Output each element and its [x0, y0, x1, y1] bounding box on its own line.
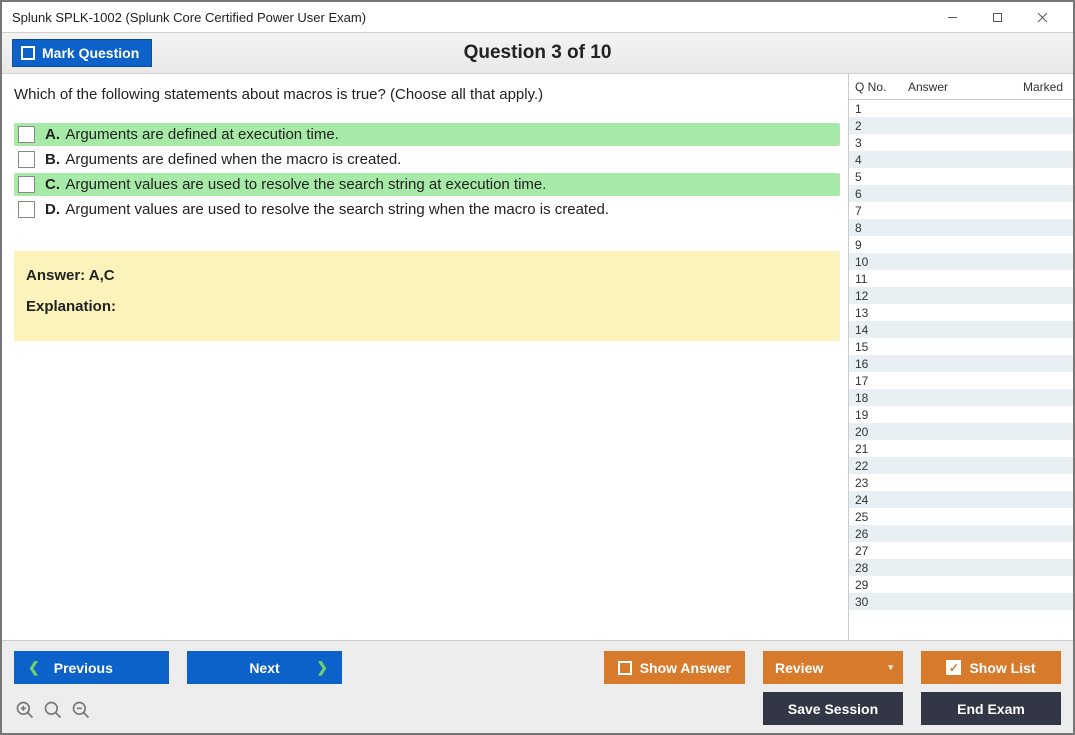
col-header-answer: Answer [904, 80, 1013, 94]
review-button[interactable]: Review ▾ [763, 651, 903, 684]
question-nav-row[interactable]: 9 [849, 236, 1073, 253]
question-nav-row[interactable]: 4 [849, 151, 1073, 168]
show-answer-button[interactable]: Show Answer [604, 651, 745, 684]
question-nav-row[interactable]: 11 [849, 270, 1073, 287]
mark-question-label: Mark Question [42, 45, 139, 61]
header-strip: Mark Question Question 3 of 10 [2, 32, 1073, 74]
question-nav-row[interactable]: 27 [849, 542, 1073, 559]
question-nav-row[interactable]: 1 [849, 100, 1073, 117]
checkbox-icon [21, 46, 35, 60]
question-nav-row[interactable]: 7 [849, 202, 1073, 219]
col-header-qno: Q No. [849, 80, 904, 94]
end-exam-label: End Exam [957, 701, 1025, 717]
app-window: Splunk SPLK-1002 (Splunk Core Certified … [0, 0, 1075, 735]
question-nav-row[interactable]: 2 [849, 117, 1073, 134]
show-list-label: Show List [969, 660, 1035, 676]
titlebar: Splunk SPLK-1002 (Splunk Core Certified … [2, 2, 1073, 32]
question-nav-row[interactable]: 6 [849, 185, 1073, 202]
question-nav-row[interactable]: 24 [849, 491, 1073, 508]
question-nav-row[interactable]: 18 [849, 389, 1073, 406]
checkbox-icon [618, 661, 632, 675]
question-nav-row[interactable]: 3 [849, 134, 1073, 151]
question-nav-row[interactable]: 29 [849, 576, 1073, 593]
question-content: Which of the following statements about … [2, 74, 848, 640]
previous-label: Previous [54, 660, 113, 676]
save-session-label: Save Session [788, 701, 878, 717]
zoom-controls [14, 699, 92, 721]
question-nav-row[interactable]: 10 [849, 253, 1073, 270]
question-nav-row[interactable]: 12 [849, 287, 1073, 304]
option-checkbox[interactable] [18, 151, 35, 168]
button-row-2: Save Session End Exam [763, 692, 1061, 725]
question-nav-row[interactable]: 19 [849, 406, 1073, 423]
question-nav-row[interactable]: 5 [849, 168, 1073, 185]
col-header-marked: Marked [1013, 80, 1073, 94]
zoom-reset-button[interactable] [42, 699, 64, 721]
window-controls [930, 3, 1065, 31]
answer-box: Answer: A,C Explanation: [14, 251, 840, 341]
chevron-left-icon: ❮ [28, 659, 40, 676]
question-nav-row[interactable]: 14 [849, 321, 1073, 338]
question-nav-row[interactable]: 8 [849, 219, 1073, 236]
button-row: ❮ Previous Next ❯ Show Answer Review ▾ ✓… [14, 651, 1061, 684]
question-nav-row[interactable]: 22 [849, 457, 1073, 474]
option-c[interactable]: C. Argument values are used to resolve t… [14, 173, 840, 196]
next-label: Next [187, 660, 342, 676]
option-checkbox[interactable] [18, 126, 35, 143]
zoom-out-button[interactable] [70, 699, 92, 721]
option-text: D. Argument values are used to resolve t… [45, 201, 609, 218]
show-list-button[interactable]: ✓ Show List [921, 651, 1061, 684]
maximize-button[interactable] [975, 3, 1020, 31]
check-icon: ✓ [946, 660, 961, 675]
zoom-in-button[interactable] [14, 699, 36, 721]
answer-line: Answer: A,C [26, 267, 828, 284]
question-nav-row[interactable]: 15 [849, 338, 1073, 355]
option-checkbox[interactable] [18, 176, 35, 193]
sidebar-body[interactable]: 1234567891011121314151617181920212223242… [849, 100, 1073, 640]
option-d[interactable]: D. Argument values are used to resolve t… [14, 198, 840, 221]
option-text: C. Argument values are used to resolve t… [45, 176, 546, 193]
question-nav-row[interactable]: 16 [849, 355, 1073, 372]
minimize-button[interactable] [930, 3, 975, 31]
question-nav-row[interactable]: 13 [849, 304, 1073, 321]
question-nav-row[interactable]: 23 [849, 474, 1073, 491]
explanation-line: Explanation: [26, 298, 828, 315]
question-nav-row[interactable]: 17 [849, 372, 1073, 389]
mark-question-button[interactable]: Mark Question [12, 39, 152, 67]
save-session-button[interactable]: Save Session [763, 692, 903, 725]
sidebar-header: Q No. Answer Marked [849, 74, 1073, 100]
caret-down-icon: ▾ [888, 662, 893, 673]
question-nav-row[interactable]: 25 [849, 508, 1073, 525]
question-nav-row[interactable]: 30 [849, 593, 1073, 610]
options-list: A. Arguments are defined at execution ti… [14, 123, 840, 221]
option-b[interactable]: B. Arguments are defined when the macro … [14, 148, 840, 171]
review-label: Review [775, 660, 823, 676]
option-checkbox[interactable] [18, 201, 35, 218]
option-text: B. Arguments are defined when the macro … [45, 151, 401, 168]
main-area: Which of the following statements about … [2, 74, 1073, 640]
close-button[interactable] [1020, 3, 1065, 31]
window-title: Splunk SPLK-1002 (Splunk Core Certified … [12, 10, 366, 25]
question-nav-row[interactable]: 28 [849, 559, 1073, 576]
bottom-bar: ❮ Previous Next ❯ Show Answer Review ▾ ✓… [2, 640, 1073, 733]
question-list-sidebar: Q No. Answer Marked 12345678910111213141… [848, 74, 1073, 640]
option-a[interactable]: A. Arguments are defined at execution ti… [14, 123, 840, 146]
previous-button[interactable]: ❮ Previous [14, 651, 169, 684]
end-exam-button[interactable]: End Exam [921, 692, 1061, 725]
show-answer-label: Show Answer [640, 660, 731, 676]
question-counter: Question 3 of 10 [2, 42, 1073, 64]
question-nav-row[interactable]: 21 [849, 440, 1073, 457]
option-text: A. Arguments are defined at execution ti… [45, 126, 339, 143]
question-nav-row[interactable]: 26 [849, 525, 1073, 542]
question-text: Which of the following statements about … [14, 86, 840, 103]
next-button[interactable]: Next ❯ [187, 651, 342, 684]
question-nav-row[interactable]: 20 [849, 423, 1073, 440]
